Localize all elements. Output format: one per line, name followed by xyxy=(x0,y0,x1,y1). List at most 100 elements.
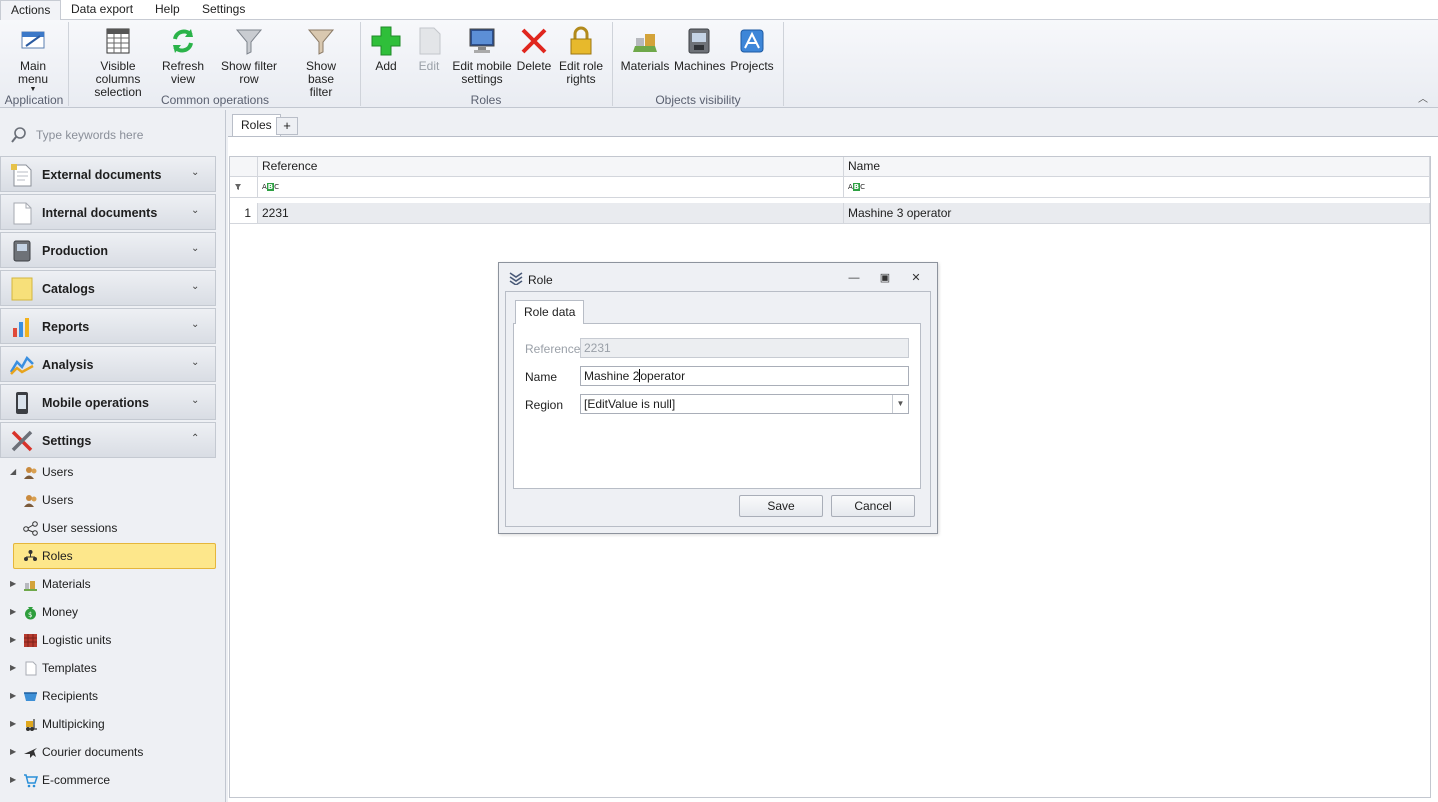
tree-item-users[interactable]: Users xyxy=(23,488,203,512)
edit-button[interactable]: Edit xyxy=(410,24,448,73)
machines-button[interactable]: Machines xyxy=(674,24,725,73)
edit-mobile-label-2: settings xyxy=(461,72,503,86)
dialog-body: Role data Reference 2231 Name Mashine 2o… xyxy=(505,291,931,527)
projects-label: Projects xyxy=(730,59,774,73)
nav-group-reports[interactable]: Reports ⌄ xyxy=(0,308,216,344)
collapsed-arrow-icon: ▶ xyxy=(10,691,17,700)
collapsed-arrow-icon: ▶ xyxy=(10,607,17,616)
chevron-down-icon: ⌄ xyxy=(191,243,200,254)
region-combobox[interactable]: [EditValue is null] ▼ xyxy=(580,394,909,414)
cell-name[interactable]: Mashine 3 operator xyxy=(844,203,1430,224)
tree-item-materials[interactable]: ▶ Materials xyxy=(10,572,203,596)
nav-group-settings[interactable]: Settings ⌃ xyxy=(0,422,216,458)
chevron-down-icon: ⌄ xyxy=(191,395,200,406)
column-header-name[interactable]: Name xyxy=(844,157,1430,177)
tree-item-roles[interactable]: Roles xyxy=(13,543,216,569)
filter-row-indicator xyxy=(230,177,258,198)
name-field[interactable]: Mashine 2operator xyxy=(580,366,909,386)
visible-columns-label-1: Visible columns xyxy=(95,59,141,86)
filter-icon xyxy=(235,29,263,55)
add-icon xyxy=(371,26,401,56)
column-header-reference[interactable]: Reference xyxy=(258,157,844,177)
refresh-view-button[interactable]: Refresh view xyxy=(160,24,206,86)
tree-item-multipicking[interactable]: ▶ Multipicking xyxy=(10,712,203,736)
show-filter-row-button[interactable]: Show filter row xyxy=(210,24,288,86)
production-icon xyxy=(13,240,31,262)
collapsed-arrow-icon: ▶ xyxy=(10,663,17,672)
tab-roles[interactable]: Roles xyxy=(232,114,281,136)
name-value-before-cursor: Mashine 2 xyxy=(584,369,640,383)
role-data-page: Reference 2231 Name Mashine 2operator Re… xyxy=(513,323,921,489)
tree-item-courier-documents[interactable]: ▶ Courier documents xyxy=(10,740,203,764)
dialog-title: Role xyxy=(528,273,553,287)
show-base-filter-button[interactable]: Show base filter xyxy=(292,24,350,99)
add-tab-button[interactable]: + xyxy=(276,117,298,135)
tree-item-logistic-units[interactable]: ▶ Logistic units xyxy=(10,628,203,652)
main-menu-button[interactable]: Main menu ▼ xyxy=(4,24,62,94)
chevron-up-icon: ⌃ xyxy=(191,433,200,444)
money-bag-icon: $ xyxy=(25,607,36,620)
role-dialog: Role — ▣ ✕ Role data Reference 2231 Name… xyxy=(498,262,938,534)
reports-icon xyxy=(13,318,29,337)
close-icon[interactable]: ✕ xyxy=(909,271,923,285)
navigation-pane: Type keywords here External documents ⌄ … xyxy=(0,110,226,802)
dialog-title-bar[interactable]: Role — ▣ ✕ xyxy=(499,263,937,291)
delete-label: Delete xyxy=(516,59,552,73)
ribbon-separator xyxy=(783,22,784,106)
ribbon-separator xyxy=(68,22,69,106)
search-icon xyxy=(11,127,26,143)
machine-icon xyxy=(688,28,710,54)
add-button[interactable]: Add xyxy=(366,24,406,73)
chevron-down-icon: ⌄ xyxy=(191,319,200,330)
delete-button[interactable]: Delete xyxy=(514,24,554,73)
dropdown-arrow-icon[interactable]: ▼ xyxy=(892,395,908,413)
tab-actions[interactable]: Actions xyxy=(0,0,62,21)
cell-reference[interactable]: 2231 xyxy=(258,203,844,224)
pallet-icon xyxy=(24,634,37,647)
text-filter-icon: ABC xyxy=(848,183,866,191)
tree-item-e-commerce[interactable]: ▶ E-commerce xyxy=(10,768,203,792)
maximize-icon[interactable]: ▣ xyxy=(878,271,892,285)
cancel-button[interactable]: Cancel xyxy=(831,495,915,517)
edit-label: Edit xyxy=(418,59,440,73)
nav-group-label: Settings xyxy=(42,434,92,448)
users-icon xyxy=(24,495,37,507)
materials-button[interactable]: Materials xyxy=(620,24,670,73)
main-menu-icon xyxy=(21,31,45,49)
nav-group-internal-documents[interactable]: Internal documents ⌄ xyxy=(0,194,216,230)
tab-data-export[interactable]: Data export xyxy=(61,0,143,20)
ribbon: Main menu ▼ Application Visible columns … xyxy=(0,20,1438,108)
save-button[interactable]: Save xyxy=(739,495,823,517)
collapsed-arrow-icon: ▶ xyxy=(10,747,17,756)
share-nodes-icon xyxy=(23,521,38,536)
visible-columns-button[interactable]: Visible columns selection xyxy=(80,24,156,99)
refresh-icon xyxy=(173,29,193,53)
tab-role-data[interactable]: Role data xyxy=(515,300,585,324)
tab-settings[interactable]: Settings xyxy=(192,0,255,20)
projects-icon xyxy=(740,29,764,53)
nav-group-external-documents[interactable]: External documents ⌄ xyxy=(0,156,216,192)
tree-item-label: Money xyxy=(42,605,79,619)
tree-item-money[interactable]: ▶ $ Money xyxy=(10,600,203,624)
search-box[interactable]: Type keywords here xyxy=(6,122,216,148)
filter-cell-name[interactable]: ABC xyxy=(844,177,1430,198)
nav-group-mobile-operations[interactable]: Mobile operations ⌄ xyxy=(0,384,216,420)
edit-role-rights-button[interactable]: Edit role rights xyxy=(558,24,604,86)
nav-group-catalogs[interactable]: Catalogs ⌄ xyxy=(0,270,216,306)
edit-mobile-settings-button[interactable]: Edit mobile settings xyxy=(452,24,512,86)
minimize-icon[interactable]: — xyxy=(847,271,861,285)
nav-group-production[interactable]: Production ⌄ xyxy=(0,232,216,268)
nav-group-analysis[interactable]: Analysis ⌄ xyxy=(0,346,216,382)
materials-label: Materials xyxy=(620,59,670,73)
tree-item-user-sessions[interactable]: User sessions xyxy=(23,516,203,540)
tree-item-users-parent[interactable]: ◢ Users xyxy=(10,460,203,484)
collapse-ribbon-icon[interactable]: ︿ xyxy=(1418,90,1430,105)
filter-cell-reference[interactable]: ABC xyxy=(258,177,844,198)
tab-help[interactable]: Help xyxy=(145,0,190,20)
projects-button[interactable]: Projects xyxy=(728,24,776,73)
nav-group-label: Analysis xyxy=(42,358,94,372)
tree-item-recipients[interactable]: ▶ Recipients xyxy=(10,684,203,708)
nav-group-label: Production xyxy=(42,244,108,258)
tree-item-templates[interactable]: ▶ Templates xyxy=(10,656,203,680)
main-menu-label: Main menu xyxy=(17,59,49,86)
